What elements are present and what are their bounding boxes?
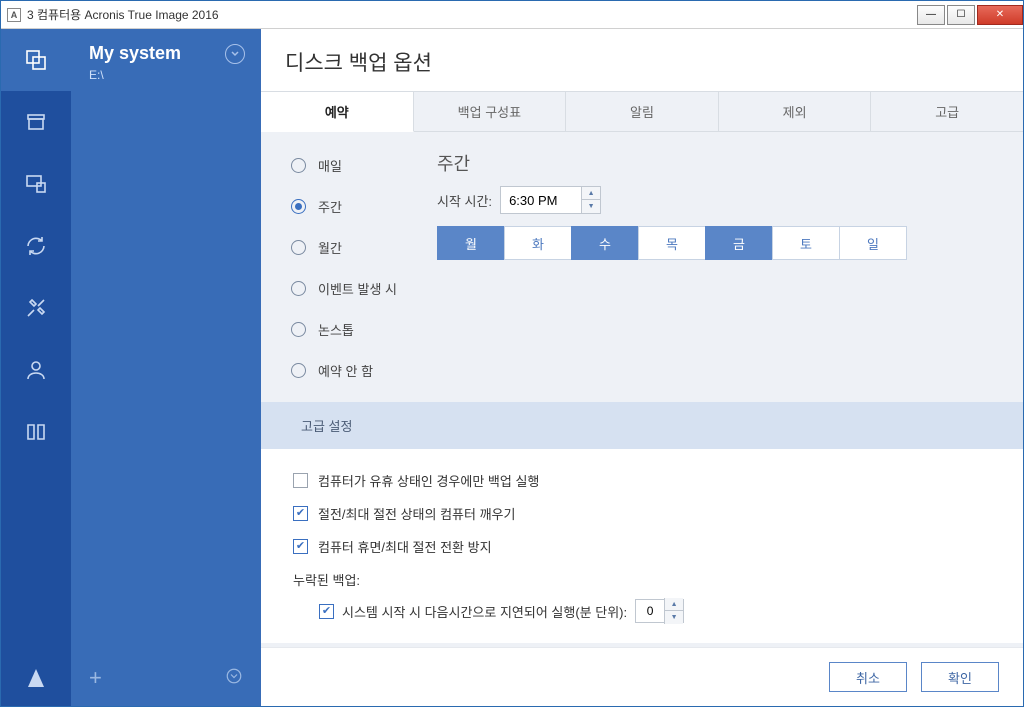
schedule-radio-3[interactable]: 이벤트 발생 시: [291, 279, 397, 298]
delay-field[interactable]: [636, 604, 664, 618]
window-titlebar: A 3 컴퓨터용 Acronis True Image 2016 — ☐ ✕: [1, 1, 1023, 29]
tab-scheme[interactable]: 백업 구성표: [414, 92, 567, 131]
add-plan-button[interactable]: +: [89, 665, 102, 691]
nav-sync-icon[interactable]: [1, 215, 71, 277]
nav-archive-icon[interactable]: [1, 91, 71, 153]
side-panel: My system E:\ +: [71, 29, 261, 706]
chk-prevent-sleep[interactable]: ✔: [293, 539, 308, 554]
day-toggle-5[interactable]: 토: [772, 226, 840, 260]
chk-wake-computer[interactable]: ✔: [293, 506, 308, 521]
chk-prevent-sleep-label: 컴퓨터 휴면/최대 절전 전환 방지: [318, 537, 492, 556]
ok-button[interactable]: 확인: [921, 662, 999, 692]
delay-spin-up[interactable]: ▲: [665, 598, 683, 611]
chk-run-at-startup[interactable]: ✔: [319, 604, 334, 619]
time-spin-down[interactable]: ▼: [582, 200, 600, 213]
nav-backup-icon[interactable]: [1, 29, 71, 91]
schedule-radio-5[interactable]: 예약 안 함: [291, 361, 397, 380]
chk-idle-only[interactable]: ✔: [293, 473, 308, 488]
minimize-button[interactable]: —: [917, 5, 945, 25]
start-time-field[interactable]: [501, 187, 581, 213]
tabs: 예약 백업 구성표 알림 제외 고급: [261, 91, 1023, 132]
plan-more-icon[interactable]: [225, 667, 243, 690]
delay-spin-down[interactable]: ▼: [665, 611, 683, 624]
day-toggle-6[interactable]: 일: [839, 226, 907, 260]
tab-notifications[interactable]: 알림: [566, 92, 719, 131]
advanced-settings-header[interactable]: 고급 설정: [261, 402, 1023, 449]
schedule-radio-1[interactable]: 주간: [291, 197, 397, 216]
weekly-heading: 주간: [437, 150, 993, 176]
day-toggle-4[interactable]: 금: [705, 226, 773, 260]
day-toggle-3[interactable]: 목: [638, 226, 706, 260]
tab-schedule[interactable]: 예약: [261, 92, 414, 132]
day-toggle-0[interactable]: 월: [437, 226, 505, 260]
close-button[interactable]: ✕: [977, 5, 1023, 25]
app-logo-icon: A: [7, 8, 21, 22]
maximize-button[interactable]: ☐: [947, 5, 975, 25]
schedule-radio-2[interactable]: 월간: [291, 238, 397, 257]
nav-help-icon[interactable]: [1, 401, 71, 463]
nav-sync-devices-icon[interactable]: [1, 153, 71, 215]
time-spin-up[interactable]: ▲: [582, 187, 600, 200]
chk-run-at-startup-label: 시스템 시작 시 다음시간으로 지연되어 실행(분 단위):: [342, 602, 627, 621]
nav-iconbar: [1, 29, 71, 706]
tab-advanced[interactable]: 고급: [871, 92, 1023, 131]
schedule-radio-0[interactable]: 매일: [291, 156, 397, 175]
day-toggle-2[interactable]: 수: [571, 226, 639, 260]
day-toggle-1[interactable]: 화: [504, 226, 572, 260]
chk-wake-computer-label: 절전/최대 절전 상태의 컴퓨터 깨우기: [318, 504, 515, 523]
schedule-radio-4[interactable]: 논스톱: [291, 320, 397, 339]
backup-plan-title: My system: [89, 43, 181, 64]
missed-backup-label: 누락된 백업:: [293, 570, 991, 589]
page-title: 디스크 백업 옵션: [261, 29, 1023, 91]
chk-idle-only-label: 컴퓨터가 유휴 상태인 경우에만 백업 실행: [318, 471, 539, 490]
backup-plan-subtitle: E:\: [71, 68, 261, 82]
start-time-input[interactable]: ▲ ▼: [500, 186, 601, 214]
nav-tools-icon[interactable]: [1, 277, 71, 339]
nav-brand-icon: [1, 650, 71, 706]
start-time-label: 시작 시간:: [437, 191, 492, 210]
delay-input[interactable]: ▲ ▼: [635, 599, 684, 623]
tab-exclusions[interactable]: 제외: [719, 92, 872, 131]
window-title: 3 컴퓨터용 Acronis True Image 2016: [27, 6, 219, 23]
plan-dropdown-icon[interactable]: [225, 44, 245, 64]
nav-account-icon[interactable]: [1, 339, 71, 401]
cancel-button[interactable]: 취소: [829, 662, 907, 692]
